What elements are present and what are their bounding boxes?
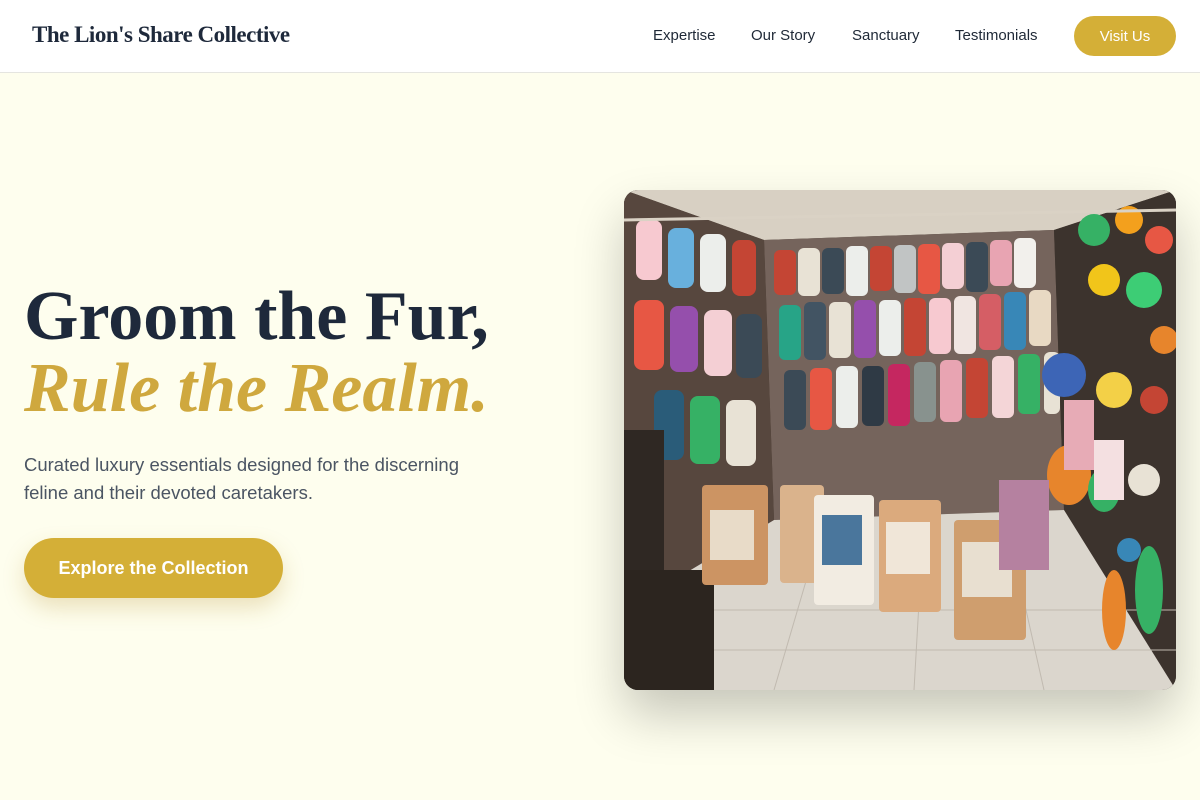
hero-title: Groom the Fur, Rule the Realm. (24, 282, 584, 424)
nav-link-testimonials[interactable]: Testimonials (955, 27, 1038, 44)
hero-title-line-2: Rule the Realm. (24, 350, 489, 427)
nav-link-our-story[interactable]: Our Story (751, 27, 815, 44)
photo-icon (624, 190, 1176, 690)
hero-subtitle: Curated luxury essentials designed for t… (24, 454, 459, 503)
hero-title-line-1: Groom the Fur, (24, 278, 489, 355)
nav-link-expertise[interactable]: Expertise (653, 27, 716, 44)
hero-image-pet-shop (624, 190, 1176, 690)
visit-us-button[interactable]: Visit Us (1074, 16, 1176, 56)
site-header: The Lion's Share Collective Expertise Ou… (0, 0, 1200, 73)
nav-link-sanctuary[interactable]: Sanctuary (852, 27, 920, 44)
explore-collection-button[interactable]: Explore the Collection (24, 538, 283, 598)
brand-logo[interactable]: The Lion's Share Collective (32, 22, 290, 48)
